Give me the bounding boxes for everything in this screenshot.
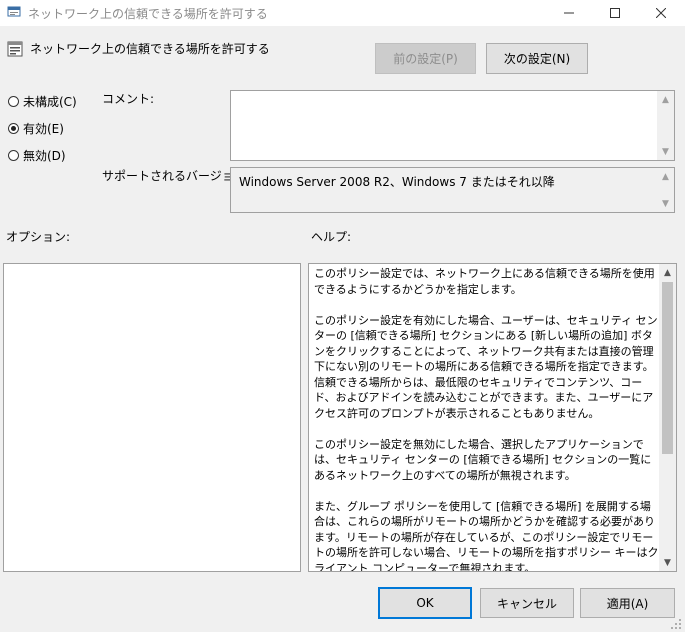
scroll-up-icon[interactable]: ▲ [657, 168, 674, 185]
radio-circle-selected[interactable] [8, 123, 19, 134]
setting-title: ネットワーク上の信頼できる場所を許可する [30, 42, 270, 56]
help-panel: このポリシー設定では、ネットワーク上にある信頼できる場所を使用できるようにするか… [308, 263, 677, 572]
policy-icon [7, 41, 23, 57]
radio-label: 無効(D) [23, 149, 66, 163]
resize-grip-icon[interactable] [670, 618, 682, 630]
radio-disabled[interactable]: 無効(D) [8, 147, 66, 164]
radio-enabled[interactable]: 有効(E) [8, 120, 64, 137]
help-scrollbar[interactable]: ▲ ▼ [659, 264, 676, 571]
options-panel [3, 263, 301, 572]
scroll-up-icon[interactable]: ▲ [659, 264, 676, 281]
comment-textarea[interactable]: ▲ ▼ [230, 90, 675, 161]
apply-button[interactable]: 適用(A) [580, 588, 675, 618]
maximize-icon [610, 8, 620, 18]
scroll-thumb[interactable] [662, 282, 673, 454]
supported-scrollbar[interactable]: ▲ ▼ [657, 168, 674, 212]
close-button[interactable] [638, 0, 684, 26]
scroll-down-icon[interactable]: ▼ [657, 143, 674, 160]
comment-scrollbar[interactable]: ▲ ▼ [657, 91, 674, 160]
options-label: オプション: [6, 230, 71, 244]
window-title: ネットワーク上の信頼できる場所を許可する [28, 7, 268, 21]
supported-on-value: Windows Server 2008 R2、Windows 7 またはそれ以降 [239, 175, 555, 189]
title-bar: ネットワーク上の信頼できる場所を許可する [0, 0, 685, 26]
minimize-icon [564, 12, 574, 14]
maximize-button[interactable] [592, 0, 638, 26]
radio-circle[interactable] [8, 150, 19, 161]
supported-on-label: サポートされるバージョン: [102, 169, 250, 183]
policy-settings-icon [7, 6, 21, 17]
comment-label: コメント: [102, 92, 155, 106]
help-text: このポリシー設定では、ネットワーク上にある信頼できる場所を使用できるようにするか… [314, 267, 659, 572]
supported-on-field: Windows Server 2008 R2、Windows 7 またはそれ以降… [230, 167, 675, 213]
radio-not-configured[interactable]: 未構成(C) [8, 93, 77, 110]
previous-setting-button[interactable]: 前の設定(P) [375, 43, 476, 74]
scroll-down-icon[interactable]: ▼ [657, 195, 674, 212]
next-setting-button[interactable]: 次の設定(N) [486, 43, 588, 74]
radio-circle[interactable] [8, 96, 19, 107]
help-label: ヘルプ: [311, 230, 352, 244]
radio-label: 未構成(C) [23, 95, 77, 109]
minimize-button[interactable] [546, 0, 592, 26]
cancel-button[interactable]: キャンセル [480, 588, 574, 618]
scroll-up-icon[interactable]: ▲ [657, 91, 674, 108]
close-icon [656, 8, 666, 18]
radio-label: 有効(E) [23, 122, 64, 136]
ok-button[interactable]: OK [378, 587, 472, 619]
scroll-down-icon[interactable]: ▼ [659, 554, 676, 571]
